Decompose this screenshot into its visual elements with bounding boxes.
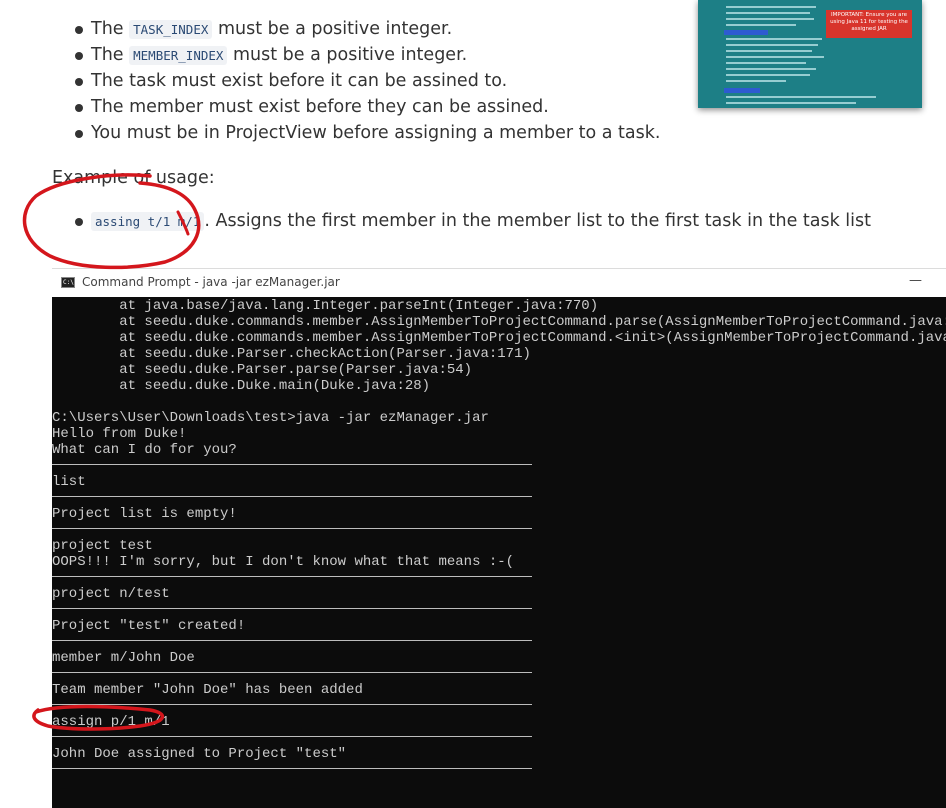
example-list: assing t/1 m/1. Assigns the first member… xyxy=(74,208,871,235)
inline-code: TASK_INDEX xyxy=(129,20,213,39)
console-line: Project "test" created! xyxy=(52,618,246,634)
console-separator xyxy=(52,576,532,577)
example-description: . Assigns the first member in the member… xyxy=(204,211,871,231)
console-separator xyxy=(52,608,532,609)
console-line: project test xyxy=(52,538,153,554)
console-line: at seedu.duke.Duke.main(Duke.java:28) xyxy=(52,378,431,394)
console-line: What can I do for you? xyxy=(52,442,237,458)
console-line: assign p/1 m/1 xyxy=(52,714,170,730)
console-line: at java.base/java.lang.Integer.parseInt(… xyxy=(52,298,599,314)
minimize-button[interactable]: — xyxy=(909,273,922,288)
console-output[interactable]: at java.base/java.lang.Integer.parseInt(… xyxy=(52,297,946,808)
console-separator xyxy=(52,672,532,673)
console-line: C:\Users\User\Downloads\test>java -jar e… xyxy=(52,410,489,426)
console-line: Hello from Duke! xyxy=(52,426,187,442)
window-title: Command Prompt - java -jar ezManager.jar xyxy=(82,275,340,289)
documentation-page: The TASK_INDEX must be a positive intege… xyxy=(0,0,946,270)
console-separator xyxy=(52,736,532,737)
console-separator xyxy=(52,496,532,497)
console-separator xyxy=(52,704,532,705)
example-heading: Example of usage: xyxy=(52,168,215,188)
console-line: project n/test xyxy=(52,586,170,602)
console-line: member m/John Doe xyxy=(52,650,195,666)
console-separator xyxy=(52,640,532,641)
console-separator xyxy=(52,464,532,465)
example-command-code: assing t/1 m/1 xyxy=(91,212,205,231)
console-line: John Doe assigned to Project "test" xyxy=(52,746,347,762)
console-separator xyxy=(52,768,532,769)
slide-thumbnail[interactable]: IMPORTANT: Ensure you are using Java 11 … xyxy=(698,0,922,108)
window-titlebar[interactable]: C:\ Command Prompt - java -jar ezManager… xyxy=(52,268,946,298)
inline-code: MEMBER_INDEX xyxy=(129,46,228,65)
constraint-item: The MEMBER_INDEX must be a positive inte… xyxy=(74,42,660,68)
console-line: at seedu.duke.Parser.parse(Parser.java:5… xyxy=(52,362,473,378)
console-line: at seedu.duke.commands.member.AssignMemb… xyxy=(52,314,946,330)
constraint-item: The TASK_INDEX must be a positive intege… xyxy=(74,16,660,42)
constraints-list: The TASK_INDEX must be a positive intege… xyxy=(74,16,660,146)
terminal-icon: C:\ xyxy=(61,277,75,288)
constraint-item: You must be in ProjectView before assign… xyxy=(74,120,660,146)
command-prompt-window[interactable]: C:\ Command Prompt - java -jar ezManager… xyxy=(52,268,946,808)
console-line: Team member "John Doe" has been added xyxy=(52,682,363,698)
console-separator xyxy=(52,528,532,529)
thumbnail-warning: IMPORTANT: Ensure you are using Java 11 … xyxy=(826,10,912,38)
example-item: assing t/1 m/1. Assigns the first member… xyxy=(74,208,871,235)
console-line: at seedu.duke.Parser.checkAction(Parser.… xyxy=(52,346,531,362)
console-line: at seedu.duke.commands.member.AssignMemb… xyxy=(52,330,946,346)
console-line: Project list is empty! xyxy=(52,506,237,522)
constraint-item: The task must exist before it can be ass… xyxy=(74,68,660,94)
console-line: list xyxy=(52,474,86,490)
console-line: OOPS!!! I'm sorry, but I don't know what… xyxy=(52,554,515,570)
constraint-item: The member must exist before they can be… xyxy=(74,94,660,120)
